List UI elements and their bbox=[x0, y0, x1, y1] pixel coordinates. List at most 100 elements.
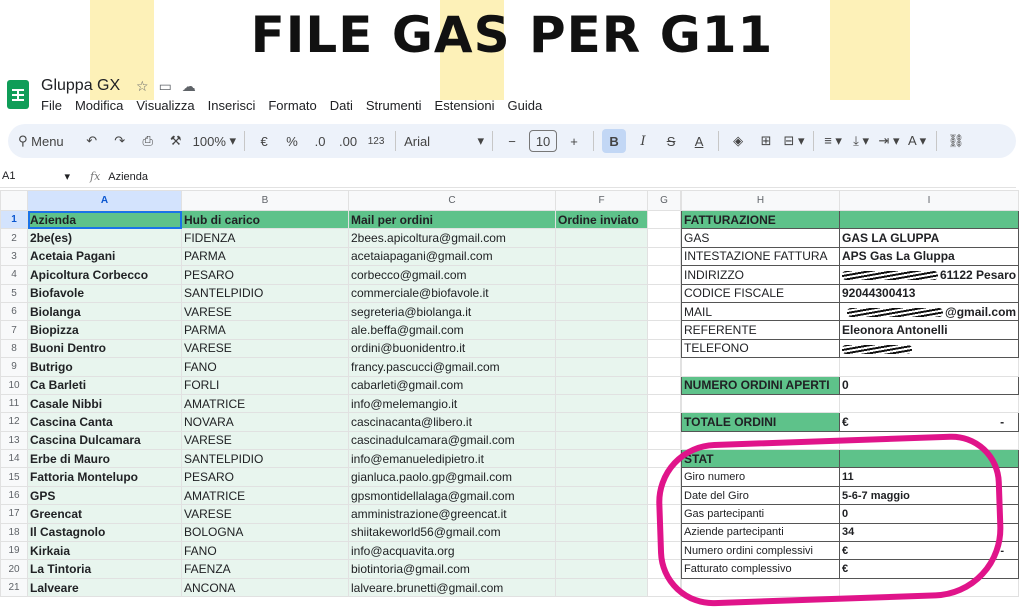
cell-mail[interactable]: 2bees.apicoltura@gmail.com bbox=[348, 228, 556, 248]
cell-mail[interactable]: info@acquavita.org bbox=[348, 541, 556, 561]
cell-ordine-inviato[interactable] bbox=[555, 375, 648, 395]
cell-hub[interactable]: ANCONA bbox=[181, 577, 349, 598]
cell-ordine-inviato[interactable] bbox=[555, 320, 648, 340]
fatturazione-label[interactable]: REFERENTE bbox=[681, 320, 840, 340]
row-number[interactable]: 9 bbox=[0, 357, 28, 377]
text-wrap-icon[interactable]: ⇥ ▾ bbox=[878, 129, 900, 153]
bold-button[interactable]: B bbox=[602, 129, 627, 153]
decrease-decimal-button[interactable]: .0 bbox=[309, 129, 331, 153]
row-number[interactable]: 4 bbox=[0, 265, 28, 285]
row-number[interactable]: 20 bbox=[0, 559, 28, 579]
row-number[interactable]: 16 bbox=[0, 485, 28, 506]
header-ordine-inviato[interactable]: Ordine inviato bbox=[555, 209, 648, 230]
row-number[interactable]: 21 bbox=[0, 577, 28, 598]
paint-format-icon[interactable]: ⚒ bbox=[165, 129, 187, 153]
column-header-f[interactable]: F bbox=[555, 190, 648, 211]
cell-azienda[interactable]: Biofavole bbox=[27, 283, 182, 303]
cell-azienda[interactable]: Cascina Canta bbox=[27, 412, 182, 432]
cell-azienda[interactable]: Fattoria Montelupo bbox=[27, 467, 182, 487]
search-menu-button[interactable]: ⚲ Menu bbox=[18, 129, 64, 153]
cell-azienda[interactable]: Buoni Dentro bbox=[27, 338, 182, 359]
cell-mail[interactable]: biotintoria@gmail.com bbox=[348, 559, 556, 579]
cell[interactable] bbox=[647, 412, 681, 432]
cell-mail[interactable]: gianluca.paolo.gp@gmail.com bbox=[348, 467, 556, 487]
cell-ordine-inviato[interactable] bbox=[555, 338, 648, 359]
cell-hub[interactable]: SANTELPIDIO bbox=[181, 449, 349, 469]
cell-mail[interactable]: corbecco@gmail.com bbox=[348, 265, 556, 285]
text-color-button[interactable]: A bbox=[688, 129, 710, 153]
align-horizontal-icon[interactable]: ≡ ▾ bbox=[822, 129, 844, 153]
cell-azienda[interactable]: Il Castagnolo bbox=[27, 522, 182, 543]
numero-ordini-value[interactable]: 0 bbox=[838, 375, 1020, 395]
cell-hub[interactable]: NOVARA bbox=[181, 412, 349, 432]
cell-hub[interactable]: FANO bbox=[181, 357, 349, 377]
cell-ordine-inviato[interactable] bbox=[555, 485, 648, 506]
fill-color-icon[interactable]: ◈ bbox=[727, 129, 749, 153]
menu-strumenti[interactable]: Strumenti bbox=[366, 98, 422, 113]
cell-hub[interactable]: FIDENZA bbox=[181, 228, 349, 248]
cell-hub[interactable]: PARMA bbox=[181, 246, 349, 267]
cell-azienda[interactable]: Butrigo bbox=[27, 357, 182, 377]
menu-visualizza[interactable]: Visualizza bbox=[136, 98, 194, 113]
cell-azienda[interactable]: Lalveare bbox=[27, 577, 182, 598]
cell-mail[interactable]: info@emanueledipietro.it bbox=[348, 449, 556, 469]
row-number[interactable]: 2 bbox=[0, 228, 28, 248]
row-number[interactable]: 6 bbox=[0, 301, 28, 322]
row-number[interactable]: 7 bbox=[0, 320, 28, 340]
column-header-g[interactable]: G bbox=[647, 190, 681, 211]
cell[interactable] bbox=[681, 393, 840, 414]
cell-mail[interactable]: ale.beffa@gmail.com bbox=[348, 320, 556, 340]
cell-ordine-inviato[interactable] bbox=[555, 449, 648, 469]
cell-ordine-inviato[interactable] bbox=[555, 541, 648, 561]
font-size-input[interactable]: 10 bbox=[529, 130, 558, 152]
cell[interactable] bbox=[647, 393, 681, 414]
fatturazione-value-cell[interactable]: GAS LA GLUPPA bbox=[838, 228, 1020, 248]
cell-hub[interactable]: BOLOGNA bbox=[181, 522, 349, 543]
cell-ordine-inviato[interactable] bbox=[555, 577, 648, 598]
column-header-b[interactable]: B bbox=[181, 190, 349, 211]
fatturazione-label[interactable]: INDIRIZZO bbox=[681, 265, 840, 285]
fatturazione-value-cell[interactable]: 61122 Pesaro bbox=[838, 265, 1020, 285]
column-header-h[interactable]: H bbox=[681, 190, 840, 211]
cell-mail[interactable]: amministrazione@greencat.it bbox=[348, 504, 556, 524]
cell-ordine-inviato[interactable] bbox=[555, 522, 648, 543]
header-mail[interactable]: Mail per ordini bbox=[348, 209, 556, 230]
cell[interactable] bbox=[647, 320, 681, 340]
cell[interactable] bbox=[647, 283, 681, 303]
cell[interactable] bbox=[681, 357, 840, 377]
fatturazione-value-cell[interactable]: Eleonora Antonelli bbox=[838, 320, 1020, 340]
cell-mail[interactable]: ordini@buonidentro.it bbox=[348, 338, 556, 359]
column-header-a[interactable]: A bbox=[27, 190, 182, 211]
strikethrough-button[interactable]: S bbox=[660, 129, 682, 153]
menu-guida[interactable]: Guida bbox=[508, 98, 543, 113]
cell-hub[interactable]: VARESE bbox=[181, 504, 349, 524]
cell-mail[interactable]: cabarleti@gmail.com bbox=[348, 375, 556, 395]
cell-hub[interactable]: FAENZA bbox=[181, 559, 349, 579]
cell-azienda[interactable]: Erbe di Mauro bbox=[27, 449, 182, 469]
fatturazione-value-cell[interactable] bbox=[838, 338, 1020, 359]
currency-button[interactable]: € bbox=[253, 129, 275, 153]
cell[interactable] bbox=[647, 265, 681, 285]
cell-azienda[interactable]: Cascina Dulcamara bbox=[27, 430, 182, 451]
row-number[interactable]: 10 bbox=[0, 375, 28, 395]
cell[interactable] bbox=[647, 375, 681, 395]
cell-azienda[interactable]: Casale Nibbi bbox=[27, 393, 182, 414]
cell-hub[interactable]: SANTELPIDIO bbox=[181, 283, 349, 303]
cell[interactable] bbox=[647, 301, 681, 322]
fatturazione-value-cell[interactable]: 92044300413 bbox=[838, 283, 1020, 303]
cell[interactable] bbox=[647, 228, 681, 248]
cell-hub[interactable]: VARESE bbox=[181, 338, 349, 359]
cell-ordine-inviato[interactable] bbox=[555, 228, 648, 248]
row-number[interactable]: 11 bbox=[0, 393, 28, 414]
fatturazione-label[interactable]: GAS bbox=[681, 228, 840, 248]
cell-ordine-inviato[interactable] bbox=[555, 283, 648, 303]
percent-button[interactable]: % bbox=[281, 129, 303, 153]
row-number[interactable]: 8 bbox=[0, 338, 28, 359]
fatturazione-label[interactable]: TELEFONO bbox=[681, 338, 840, 359]
row-number[interactable]: 13 bbox=[0, 430, 28, 451]
cell-mail[interactable]: cascinadulcamara@gmail.com bbox=[348, 430, 556, 451]
fatturazione-label[interactable]: INTESTAZIONE FATTURA bbox=[681, 246, 840, 267]
fatturazione-label[interactable]: CODICE FISCALE bbox=[681, 283, 840, 303]
menu-file[interactable]: File bbox=[41, 98, 62, 113]
fatturazione-title-fill[interactable] bbox=[838, 209, 1020, 230]
